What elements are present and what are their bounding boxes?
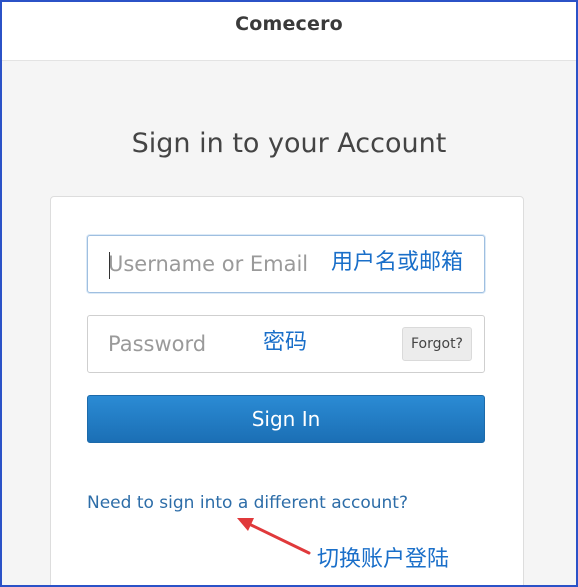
text-caret — [109, 252, 110, 279]
username-input[interactable] — [88, 236, 484, 292]
switch-account-annotation: 切换账户登陆 — [317, 547, 450, 572]
page-title: Sign in to your Account — [131, 128, 447, 160]
sign-in-button[interactable]: Sign In — [87, 395, 485, 443]
username-field[interactable] — [87, 235, 485, 293]
password-field[interactable]: Forgot? — [87, 315, 485, 373]
screenshot-frame: Comecero Sign in to your Account 用户名或邮箱 … — [0, 0, 578, 587]
switch-account-link[interactable]: Need to sign into a different account? — [87, 493, 408, 513]
login-card: 用户名或邮箱 Forgot? 密码 Sign In Need to sign i… — [50, 196, 524, 585]
forgot-password-button[interactable]: Forgot? — [401, 327, 472, 361]
top-bar: Comecero — [2, 2, 576, 61]
brand-name: Comecero — [235, 13, 343, 35]
